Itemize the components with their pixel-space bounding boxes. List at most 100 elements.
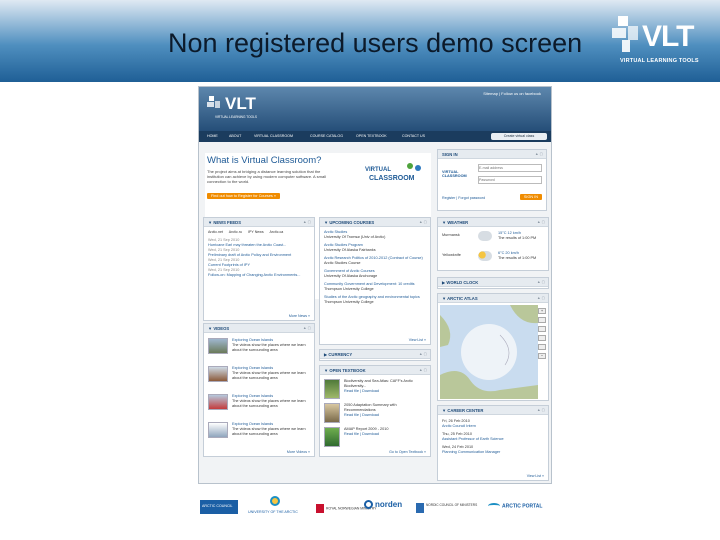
news-item[interactable]: Wed, 21 Sep 2010 Current Footprints of IP… [208,258,312,268]
zoom-in-button[interactable]: + [538,308,546,314]
course-item[interactable]: Arctic Research Politics of 2010-2012 (C… [324,256,428,266]
zoom-out-button[interactable]: − [538,353,546,359]
norden-swan-icon [364,500,373,510]
video-list: Exploring Ocean Islands The videos show t… [208,336,312,448]
register-link[interactable]: Register | Forgot password [442,196,485,200]
course-list: Arctic Studies University Of Tromsø (Univ… [324,230,428,308]
uarctic-icon [270,496,280,506]
password-field[interactable] [478,176,542,184]
nav-contact-us[interactable]: CONTACT US [402,134,425,138]
textbook-item[interactable]: Biodiversity and Sea Atlas: CAFF's Arcti… [324,378,428,402]
course-item[interactable]: Community Government and Development: 10… [324,282,428,292]
sun-cloud-icon [478,251,492,261]
courses-title: ▼ UPCOMING COURSES ▲ ▢ [320,218,430,227]
textbook-item[interactable]: AMAP Report 2009 - 2010 Read file | Downl… [324,426,428,450]
nav-course-catalog[interactable]: COURSE CATALOG [310,134,343,138]
site-top-links[interactable]: Sitemap | Follow us on facebook [483,91,541,96]
news-item[interactable]: Wed, 21 Sep 2010 Follow-on: Mapping of Ch… [208,268,312,278]
videos-panel: ▼ VIDEOS ▲ ▢ Exploring Ocean Islands The v… [203,323,315,457]
map-tool-button[interactable] [538,317,546,323]
signin-button[interactable]: SIGN IN [519,194,542,200]
news-tab[interactable]: Arctic.ca [270,230,284,234]
email-field[interactable] [478,164,542,172]
video-thumbnail[interactable] [208,338,228,354]
arctic-map[interactable] [440,305,538,399]
video-thumbnail[interactable] [208,366,228,382]
book-cover[interactable] [324,379,340,399]
news-list: Wed, 21 Sep 2010 Hurricane Earl may threa… [208,238,312,278]
news-item[interactable]: Wed, 21 Sep 2010 Preliminary draft of Arc… [208,248,312,258]
weather-row: Yellowknife 6°C 20 km/h The results of 1… [442,251,537,261]
slide-header: Non registered users demo screen VLT VIR… [0,0,720,82]
news-tab[interactable]: Arctic.net [208,230,223,234]
hero-text: The project aims at bridging a distance … [207,169,326,185]
create-class-button[interactable]: Create virtual class [491,133,547,140]
atlas-title: ▼ ARCTIC ATLAS ▲ ▢ [438,294,548,303]
weather-row: Murmansk 15°C 12 km/h The results of 1:0… [442,231,537,241]
hero-title: What is Virtual Classroom? [207,155,322,166]
worldclock-title[interactable]: ▶ WORLD CLOCK ▲ ▢ [438,278,548,287]
career-panel: ▼ CAREER CENTER ▲ ▢ Fri, 26 Feb 2010 Arcti… [437,405,549,481]
courses-panel: ▼ UPCOMING COURSES ▲ ▢ Arctic Studies Univ… [319,217,431,345]
video-item[interactable]: Exploring Ocean Islands The videos show t… [208,420,312,448]
site-logo[interactable]: VLT VIRTUAL LEARNING TOOLS [207,94,277,124]
weather-title: ▼ WEATHER ▲ ▢ [438,218,548,227]
norway-flag-icon [316,504,324,513]
register-courses-button[interactable]: Find out how to Register for Courses » [207,193,280,199]
book-cover[interactable] [324,427,340,447]
signin-panel: SIGN IN▲ ▢ VIRTUAL CLASSROOM Register | … [437,149,547,211]
currency-panel: ▶ CURRENCY ▲ ▢ [319,349,431,361]
slide-title: Non registered users demo screen [168,28,583,58]
view-courses-link[interactable]: View List » [409,338,426,342]
nav-open-textbook[interactable]: OPEN TEXTBOOK [356,134,387,138]
news-item[interactable]: Wed, 21 Sep 2010 Hurricane Earl may threa… [208,238,312,248]
currency-title[interactable]: ▶ CURRENCY ▲ ▢ [320,350,430,359]
video-thumbnail[interactable] [208,394,228,410]
nav-home[interactable]: HOME [207,134,218,138]
open-textbook-link[interactable]: Go to Open Textbook » [389,450,426,454]
nav-virtual-classroom[interactable]: VIRTUAL CLASSROOM [254,134,293,138]
news-tab[interactable]: Arctic.ru [229,230,242,234]
partner-logo[interactable]: NORDIC COUNCIL OF MINISTERS [416,500,480,514]
site-header: VLT VIRTUAL LEARNING TOOLS Sitemap | Fol… [199,87,551,131]
partner-logo[interactable]: UNIVERSITY OF THE ARCTIC [248,496,308,514]
partner-logo[interactable]: ARCTIC COUNCIL [200,500,238,514]
partner-logo[interactable]: ARCTIC PORTAL [488,500,550,514]
weather-panel: ▼ WEATHER ▲ ▢ Murmansk 15°C 12 km/h The r… [437,217,549,271]
map-tool-button[interactable] [538,335,546,341]
cloud-icon [478,231,492,241]
course-item[interactable]: Arctic Studies University Of Tromsø (Univ… [324,230,428,240]
career-item[interactable]: Wed, 24 Feb 2010 Planning Communication M… [442,445,546,455]
signin-logo: VIRTUAL CLASSROOM [442,170,467,178]
video-item[interactable]: Exploring Ocean Islands The videos show t… [208,392,312,420]
textbook-item[interactable]: 2050 Adaptation Summary with Recommendat… [324,402,428,426]
more-videos-link[interactable]: More Videos » [287,450,310,454]
virtual-classroom-logo: VIRTUAL CLASSROOM [365,163,425,195]
site-logo-subtitle: VIRTUAL LEARNING TOOLS [215,115,258,119]
course-item[interactable]: Arctic Studies Program University Of Alas… [324,243,428,253]
site-nav: HOME ABOUT VIRTUAL CLASSROOM COURSE CATA… [199,131,551,142]
news-tab[interactable]: IPY News [248,230,264,234]
worldclock-panel: ▶ WORLD CLOCK ▲ ▢ [437,277,549,289]
video-thumbnail[interactable] [208,422,228,438]
video-item[interactable]: Exploring Ocean Islands The videos show t… [208,336,312,364]
career-list: Fri, 26 Feb 2010 Arctic Council Intern Th… [442,419,546,458]
logo-text: VLT [642,20,694,53]
view-careers-link[interactable]: View List » [527,474,544,478]
news-panel: ▼ NEWS FEEDS ▲ ▢ Arctic.net Arctic.ru IPY… [203,217,315,321]
partner-logo[interactable]: norden [364,500,410,514]
career-item[interactable]: Thu, 25 Feb 2010 Assistant Professor of E… [442,432,546,442]
partner-logo[interactable]: ROYAL NORWEGIAN MINISTRY [316,500,376,514]
nav-about[interactable]: ABOUT [229,134,241,138]
course-item[interactable]: Government of Arctic Courses University O… [324,269,428,279]
more-news-link[interactable]: More News » [289,314,310,318]
arctic-portal-icon [488,503,500,509]
ministry-icon [416,503,424,513]
book-cover[interactable] [324,403,340,423]
map-tool-button[interactable] [538,344,546,350]
video-item[interactable]: Exploring Ocean Islands The videos show t… [208,364,312,392]
site-logo-text: VLT [225,94,256,113]
map-tool-button[interactable] [538,326,546,332]
career-item[interactable]: Fri, 26 Feb 2010 Arctic Council Intern [442,419,546,429]
course-item[interactable]: Studies of the Arctic geography and envi… [324,295,428,305]
